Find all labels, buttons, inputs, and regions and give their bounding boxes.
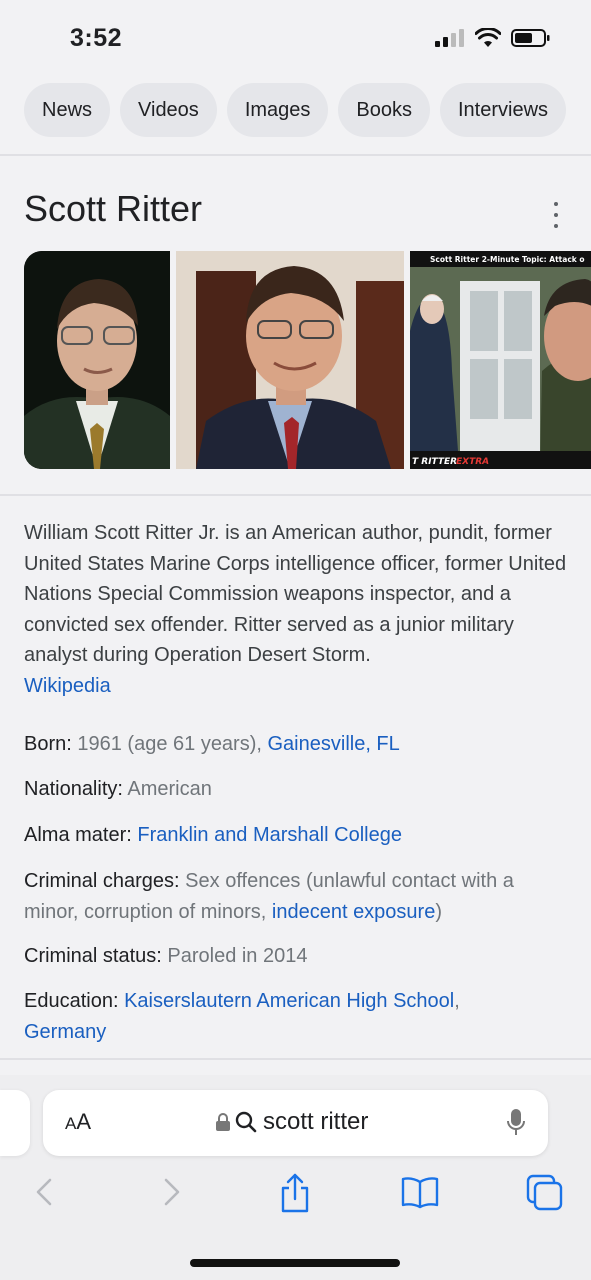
- fact-nationality: Nationality: American: [24, 774, 569, 805]
- cellular-signal-icon: [435, 29, 464, 47]
- video-caption: Scott Ritter 2-Minute Topic: Attack o: [430, 255, 585, 264]
- search-icon: [235, 1111, 257, 1133]
- battery-icon: [511, 29, 550, 47]
- fact-education: Education: Kaiserslautern American High …: [24, 986, 569, 1047]
- chip-interviews[interactable]: Interviews: [440, 83, 567, 137]
- education-school-link[interactable]: Kaiserslautern American High School: [124, 990, 454, 1012]
- education-sep: ,: [454, 990, 460, 1012]
- share-icon[interactable]: [279, 1172, 311, 1214]
- panel-bottom-divider: [0, 1058, 591, 1060]
- fact-alma-mater: Alma mater: Franklin and Marshall Colleg…: [24, 820, 569, 851]
- search-chips: News Videos Images Books Interviews: [24, 83, 591, 137]
- address-bar[interactable]: AA scott ritter: [43, 1090, 548, 1156]
- education-label: Education:: [24, 990, 119, 1012]
- video-logo-text: T RITTER: [412, 457, 457, 467]
- education-country-link[interactable]: Germany: [24, 1021, 106, 1043]
- image-portrait-2[interactable]: [176, 251, 404, 469]
- charges-label: Criminal charges:: [24, 870, 180, 892]
- panel-divider: [0, 494, 591, 496]
- charges-close: ): [435, 900, 443, 923]
- status-icons: [435, 28, 551, 48]
- browser-toolbar: [0, 1172, 591, 1222]
- text-size-button[interactable]: AA: [65, 1109, 91, 1135]
- status-time: 3:52: [70, 24, 123, 52]
- home-indicator: [190, 1259, 400, 1267]
- fact-born: Born: 1961 (age 61 years), Gainesville, …: [24, 729, 569, 760]
- status-bar: 3:52: [0, 0, 591, 78]
- alma-label: Alma mater:: [24, 824, 132, 846]
- fact-criminal-charges: Criminal charges: Sex offences (unlawful…: [24, 866, 569, 927]
- video-logo-extra: EXTRA: [456, 457, 489, 467]
- lock-icon: [216, 1113, 230, 1131]
- wikipedia-link[interactable]: Wikipedia: [24, 675, 111, 697]
- chip-videos[interactable]: Videos: [120, 83, 217, 137]
- status-value: Paroled in 2014: [167, 945, 308, 967]
- fact-criminal-status: Criminal status: Paroled in 2014: [24, 941, 569, 972]
- tabs-icon[interactable]: [526, 1172, 564, 1212]
- born-value: 1961 (age 61 years),: [77, 733, 262, 755]
- address-content[interactable]: scott ritter: [215, 1108, 368, 1136]
- status-label: Criminal status:: [24, 945, 162, 967]
- bookmarks-icon[interactable]: [400, 1172, 440, 1212]
- nationality-value: American: [127, 778, 212, 800]
- panel-description: William Scott Ritter Jr. is an American …: [24, 518, 569, 701]
- alma-mater-link[interactable]: Franklin and Marshall College: [137, 824, 402, 846]
- chip-images[interactable]: Images: [226, 83, 329, 137]
- description-text: William Scott Ritter Jr. is an American …: [24, 522, 567, 666]
- microphone-icon[interactable]: [506, 1108, 526, 1138]
- previous-tab-preview[interactable]: [0, 1090, 30, 1156]
- back-icon[interactable]: [32, 1172, 56, 1212]
- image-portrait-1[interactable]: [24, 251, 170, 469]
- wifi-icon: [475, 28, 501, 47]
- born-place-link[interactable]: Gainesville, FL: [268, 733, 400, 755]
- forward-icon[interactable]: [160, 1172, 184, 1212]
- indecent-exposure-link[interactable]: indecent exposure: [272, 901, 435, 923]
- url-text: scott ritter: [263, 1108, 369, 1135]
- panel-title: Scott Ritter: [24, 188, 203, 229]
- image-video-thumbnail[interactable]: Scott Ritter 2-Minute Topic: Attack o T …: [410, 251, 591, 469]
- chips-divider: [0, 154, 591, 156]
- image-strip: Scott Ritter 2-Minute Topic: Attack o T …: [24, 251, 591, 469]
- chip-news[interactable]: News: [24, 83, 111, 137]
- more-options-icon[interactable]: [548, 202, 564, 228]
- born-label: Born:: [24, 733, 72, 755]
- nationality-label: Nationality:: [24, 778, 123, 800]
- chip-books[interactable]: Books: [338, 83, 430, 137]
